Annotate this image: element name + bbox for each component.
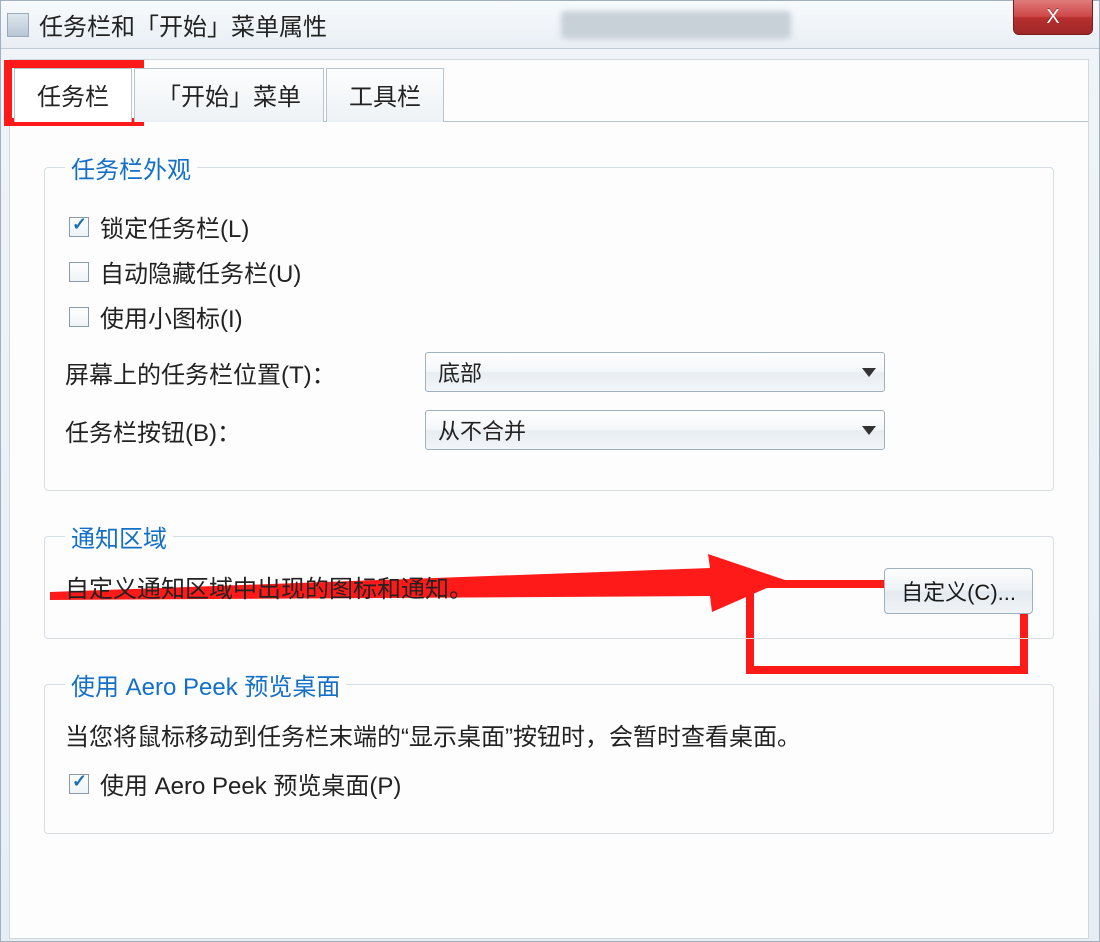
tab-start-menu[interactable]: 「开始」菜单 bbox=[134, 68, 324, 122]
row-buttons: 任务栏按钮(B)： 从不合并 bbox=[65, 410, 1033, 450]
tab-page-taskbar: 任务栏外观 锁定任务栏(L) 自动隐藏任务栏(U) 使用小图标(I) 屏幕上的任… bbox=[10, 122, 1088, 834]
titlebar-blurred-region bbox=[561, 11, 791, 39]
window-icon bbox=[7, 13, 29, 37]
client-area: 任务栏 「开始」菜单 工具栏 任务栏外观 锁定任务栏(L) 自动隐藏任务栏(U)… bbox=[9, 59, 1089, 939]
tab-label: 「开始」菜单 bbox=[157, 84, 301, 111]
row-autohide: 自动隐藏任务栏(U) bbox=[65, 254, 1033, 289]
tab-label: 工具栏 bbox=[349, 84, 421, 111]
checkbox-small-icons[interactable] bbox=[69, 307, 89, 327]
checkbox-lock-taskbar[interactable] bbox=[69, 217, 89, 237]
row-small-icons: 使用小图标(I) bbox=[65, 299, 1033, 334]
tab-taskbar[interactable]: 任务栏 bbox=[14, 68, 132, 122]
close-button[interactable]: X bbox=[1013, 0, 1093, 35]
tab-toolbars[interactable]: 工具栏 bbox=[326, 68, 444, 122]
group-notification: 通知区域 自定义通知区域中出现的图标和通知。 自定义(C)... bbox=[44, 519, 1054, 639]
chevron-down-icon bbox=[862, 426, 876, 435]
label-buttons: 任务栏按钮(B)： bbox=[65, 413, 425, 448]
aero-desc: 当您将鼠标移动到任务栏末端的“显示桌面”按钮时，会暂时查看桌面。 bbox=[65, 720, 1033, 756]
label-autohide: 自动隐藏任务栏(U) bbox=[100, 254, 301, 289]
label-aero-peek: 使用 Aero Peek 预览桌面(P) bbox=[100, 766, 401, 801]
tab-label: 任务栏 bbox=[37, 84, 109, 111]
label-position: 屏幕上的任务栏位置(T)： bbox=[65, 355, 425, 390]
combo-position-value: 底部 bbox=[438, 356, 482, 388]
properties-dialog: 任务栏和「开始」菜单属性 X 任务栏 「开始」菜单 工具栏 任务栏外观 锁定任务… bbox=[0, 0, 1100, 942]
row-lock-taskbar: 锁定任务栏(L) bbox=[65, 209, 1033, 244]
customize-button[interactable]: 自定义(C)... bbox=[884, 568, 1033, 614]
titlebar: 任务栏和「开始」菜单属性 X bbox=[1, 1, 1099, 49]
checkbox-aero-peek[interactable] bbox=[69, 774, 89, 794]
label-small-icons: 使用小图标(I) bbox=[100, 299, 243, 334]
group-aero-legend: 使用 Aero Peek 预览桌面 bbox=[65, 667, 346, 702]
customize-button-label: 自定义(C)... bbox=[901, 580, 1016, 605]
tab-strip: 任务栏 「开始」菜单 工具栏 bbox=[10, 60, 1088, 122]
chevron-down-icon bbox=[862, 368, 876, 377]
close-icon: X bbox=[1046, 6, 1059, 29]
checkbox-autohide[interactable] bbox=[69, 262, 89, 282]
notification-desc: 自定义通知区域中出现的图标和通知。 bbox=[65, 572, 473, 608]
combo-buttons-value: 从不合并 bbox=[438, 414, 526, 446]
combo-buttons[interactable]: 从不合并 bbox=[425, 410, 885, 450]
row-aero-peek: 使用 Aero Peek 预览桌面(P) bbox=[65, 766, 1033, 801]
row-position: 屏幕上的任务栏位置(T)： 底部 bbox=[65, 352, 1033, 392]
group-appearance-legend: 任务栏外观 bbox=[65, 150, 197, 185]
combo-position[interactable]: 底部 bbox=[425, 352, 885, 392]
group-aero-peek: 使用 Aero Peek 预览桌面 当您将鼠标移动到任务栏末端的“显示桌面”按钮… bbox=[44, 667, 1054, 834]
group-notification-legend: 通知区域 bbox=[65, 519, 173, 554]
label-lock-taskbar: 锁定任务栏(L) bbox=[100, 209, 249, 244]
group-appearance: 任务栏外观 锁定任务栏(L) 自动隐藏任务栏(U) 使用小图标(I) 屏幕上的任… bbox=[44, 150, 1054, 491]
